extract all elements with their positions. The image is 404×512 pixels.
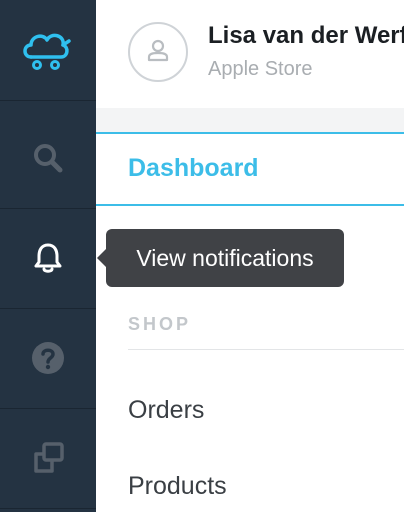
sidebar-rail: [0, 0, 96, 512]
windows-icon: [31, 441, 65, 475]
section-divider: [128, 349, 404, 350]
rail-item-windows[interactable]: [0, 408, 96, 509]
cloud-cart-logo-icon: [21, 29, 75, 71]
rail-item-home[interactable]: [0, 0, 96, 101]
avatar[interactable]: [128, 22, 188, 82]
user-icon: [146, 38, 170, 67]
tooltip-arrow: [97, 249, 106, 267]
nav-item-products[interactable]: Products: [128, 472, 227, 501]
tooltip: View notifications: [106, 229, 344, 287]
nav-item-dashboard-label: Dashboard: [128, 154, 259, 182]
help-icon: [31, 341, 65, 375]
user-name: Lisa van der Werf: [208, 22, 404, 49]
user-header[interactable]: Lisa van der Werf Apple Store: [96, 0, 404, 108]
section-heading-shop: SHOP: [128, 314, 192, 334]
header-spacer: [96, 108, 404, 132]
rail-item-search[interactable]: [0, 108, 96, 209]
store-name: Apple Store: [208, 58, 313, 80]
nav-item-orders[interactable]: Orders: [128, 396, 204, 425]
rail-item-help[interactable]: [0, 308, 96, 409]
bell-icon: [33, 242, 63, 274]
tooltip-text: View notifications: [136, 244, 314, 271]
search-icon: [32, 142, 64, 174]
nav-item-dashboard[interactable]: Dashboard: [96, 132, 404, 206]
rail-item-notifications[interactable]: [0, 208, 96, 309]
